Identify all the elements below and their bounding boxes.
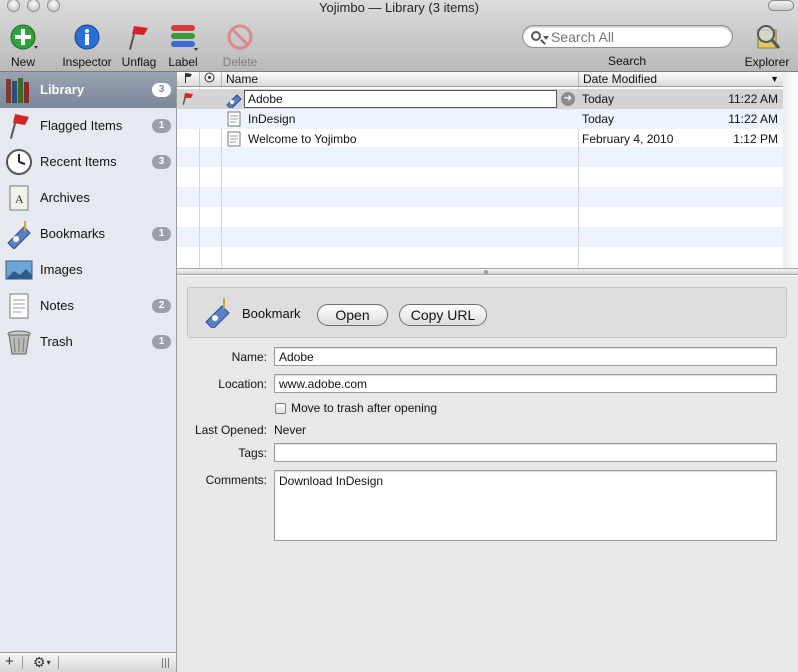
list-header: Name Date Modified ▼ — [177, 72, 783, 87]
image-icon — [4, 255, 34, 285]
sidebar-item-flagged-items[interactable]: Flagged Items 1 — [0, 108, 176, 144]
flag-column-header[interactable] — [177, 72, 200, 87]
go-arrow-icon[interactable]: ➜ — [561, 92, 575, 106]
flag-icon[interactable] — [181, 89, 195, 109]
last-opened-value: Never — [274, 423, 307, 437]
name-label: Name: — [231, 350, 267, 364]
table-row — [177, 147, 783, 167]
delete-icon — [225, 22, 255, 52]
bookmark-icon — [4, 219, 34, 250]
sidebar-bottom-bar: + ⚙ — [0, 652, 177, 672]
date-modified-column-header[interactable]: Date Modified ▼ — [579, 72, 783, 87]
delete-button[interactable]: Delete — [222, 22, 258, 69]
move-to-trash-label: Move to trash after opening — [291, 401, 438, 415]
trash-icon — [4, 327, 34, 357]
sidebar-item-trash[interactable]: Trash 1 — [0, 324, 176, 360]
label-circle-icon — [204, 72, 215, 83]
table-row — [177, 167, 783, 187]
count-badge: 2 — [152, 299, 171, 313]
name-column-header[interactable]: Name — [222, 72, 579, 87]
tags-label: Tags: — [238, 446, 267, 460]
note-icon — [4, 291, 34, 321]
unflag-button[interactable]: Unflag — [121, 22, 157, 69]
table-row — [177, 247, 783, 267]
comments-field[interactable]: Download InDesign — [274, 470, 777, 541]
svg-text:A: A — [15, 192, 24, 206]
new-button[interactable]: New — [6, 22, 40, 69]
note-icon — [227, 109, 241, 129]
location-field[interactable] — [274, 374, 777, 393]
list-item-adobe[interactable]: Adobe ➜ Today 11:22 AM — [177, 89, 783, 110]
move-to-trash-checkbox[interactable] — [275, 403, 286, 414]
count-badge: 1 — [152, 335, 171, 349]
info-icon — [72, 22, 102, 52]
label-column-header[interactable] — [200, 72, 222, 87]
toolbar-toggle-button[interactable] — [768, 0, 794, 11]
count-badge: 1 — [152, 119, 171, 133]
label-button[interactable]: Label — [166, 22, 200, 69]
add-collection-button[interactable]: + — [5, 653, 14, 670]
item-list: Name Date Modified ▼ Adobe ➜ Today 11:22… — [177, 72, 783, 268]
detail-pane: Bookmark Open Copy URL Name: Location: M… — [177, 276, 798, 672]
archive-icon: A — [4, 183, 34, 213]
resize-handle[interactable] — [162, 658, 169, 668]
open-button[interactable]: Open — [317, 304, 388, 326]
bookmark-icon — [202, 296, 234, 330]
count-badge: 1 — [152, 227, 171, 241]
count-badge: 3 — [152, 155, 171, 169]
list-item-welcome-to-yojimbo[interactable]: Welcome to Yojimbo February 4, 2010 1:12… — [177, 129, 783, 149]
divider — [22, 656, 23, 669]
pane-splitter[interactable] — [177, 268, 798, 275]
sidebar-item-notes[interactable]: Notes 2 — [0, 288, 176, 324]
sidebar-item-bookmarks[interactable]: Bookmarks 1 — [0, 216, 176, 252]
list-scrollbar[interactable] — [783, 72, 798, 268]
window-title: Yojimbo — Library (3 items) — [319, 0, 479, 15]
splitter-handle-icon — [484, 270, 488, 274]
explorer-button[interactable]: Explorer — [741, 22, 793, 69]
bookmark-header: Bookmark Open Copy URL — [187, 287, 787, 338]
last-opened-label: Last Opened: — [194, 423, 267, 437]
search-label: Search — [608, 54, 647, 68]
label-icon — [168, 22, 198, 52]
note-icon — [227, 129, 241, 149]
table-row — [177, 207, 783, 227]
flag-icon — [4, 111, 34, 141]
name-edit-field[interactable]: Adobe — [244, 90, 557, 108]
sidebar-item-archives[interactable]: A Archives — [0, 180, 176, 216]
count-badge: 3 — [152, 83, 171, 97]
name-field[interactable] — [274, 347, 777, 366]
sort-descending-icon: ▼ — [770, 74, 779, 84]
sidebar: Library 3 Flagged Items 1 Recent Items 3… — [0, 72, 177, 652]
sidebar-item-recent-items[interactable]: Recent Items 3 — [0, 144, 176, 180]
gear-icon[interactable]: ⚙ — [33, 654, 50, 671]
clock-icon — [4, 147, 34, 177]
plus-icon — [8, 22, 38, 52]
inspector-button[interactable]: Inspector — [60, 22, 114, 69]
tags-field[interactable] — [274, 443, 777, 462]
window-toolbar: Yojimbo — Library (3 items) New Inspecto… — [0, 0, 798, 72]
sidebar-item-images[interactable]: Images — [0, 252, 176, 288]
divider — [58, 656, 59, 669]
item-kind-label: Bookmark — [242, 306, 301, 321]
copy-url-button[interactable]: Copy URL — [399, 304, 487, 326]
flag-icon — [185, 73, 192, 83]
search-field[interactable] — [522, 25, 733, 48]
search-menu-arrow-icon — [543, 36, 549, 40]
comments-label: Comments: — [205, 473, 267, 487]
list-item-indesign[interactable]: InDesign Today 11:22 AM — [177, 109, 783, 129]
table-row — [177, 227, 783, 247]
table-row — [177, 187, 783, 207]
sidebar-item-library[interactable]: Library 3 — [0, 72, 176, 108]
flag-icon — [124, 22, 154, 52]
search-icon — [531, 31, 541, 41]
search-input[interactable] — [551, 29, 726, 45]
library-icon — [4, 75, 34, 105]
location-label: Location: — [218, 377, 267, 391]
bookmark-icon — [225, 89, 243, 110]
explorer-icon — [752, 22, 782, 52]
